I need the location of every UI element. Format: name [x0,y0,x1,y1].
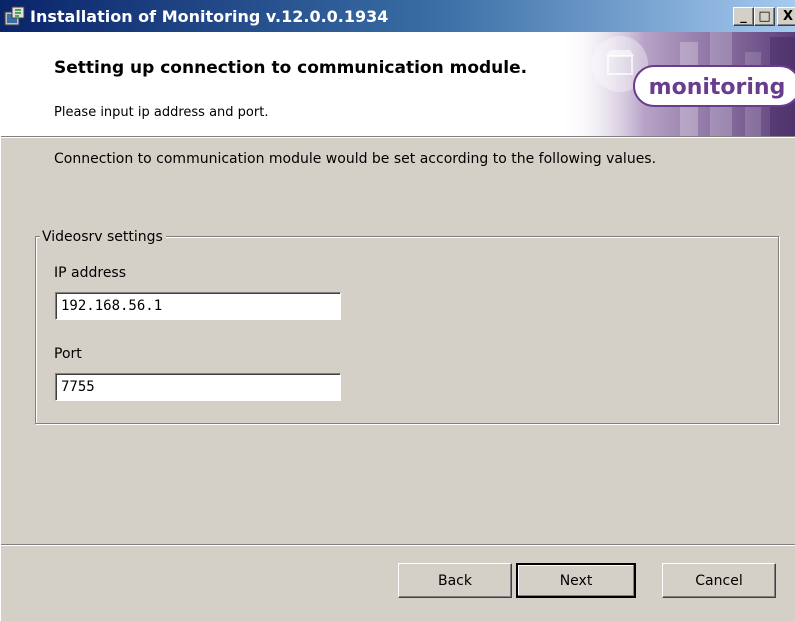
cancel-button[interactable]: Cancel [662,563,776,598]
close-icon: X [782,9,794,24]
title-bar[interactable]: Installation of Monitoring v.12.0.0.1934… [0,0,795,32]
port-input[interactable]: 7755 [55,373,341,401]
window-frame-left [0,32,1,621]
banner-divider-highlight [0,137,795,138]
group-legend: Videosrv settings [40,229,166,245]
description-text: Connection to communication module would… [54,151,657,167]
page-title: Setting up connection to communication m… [54,58,528,78]
minimize-icon: _ [740,9,747,24]
installer-icon [4,6,25,26]
port-label: Port [54,346,82,362]
logo-text: monitoring [649,75,786,100]
monitoring-logo: monitoring [560,32,795,136]
window-title: Installation of Monitoring v.12.0.0.1934 [30,7,389,26]
next-button[interactable]: Next [516,563,636,598]
page-subtitle: Please input ip address and port. [54,105,269,120]
back-button[interactable]: Back [398,563,512,598]
maximize-button[interactable]: □ [754,7,775,26]
ip-address-input[interactable]: 192.168.56.1 [55,292,341,320]
minimize-button[interactable]: _ [733,7,754,26]
maximize-icon: □ [758,9,771,24]
ip-address-label: IP address [54,265,127,281]
footer-divider-highlight [0,545,795,546]
close-button[interactable]: X [777,7,795,26]
header-banner: Setting up connection to communication m… [0,32,795,136]
